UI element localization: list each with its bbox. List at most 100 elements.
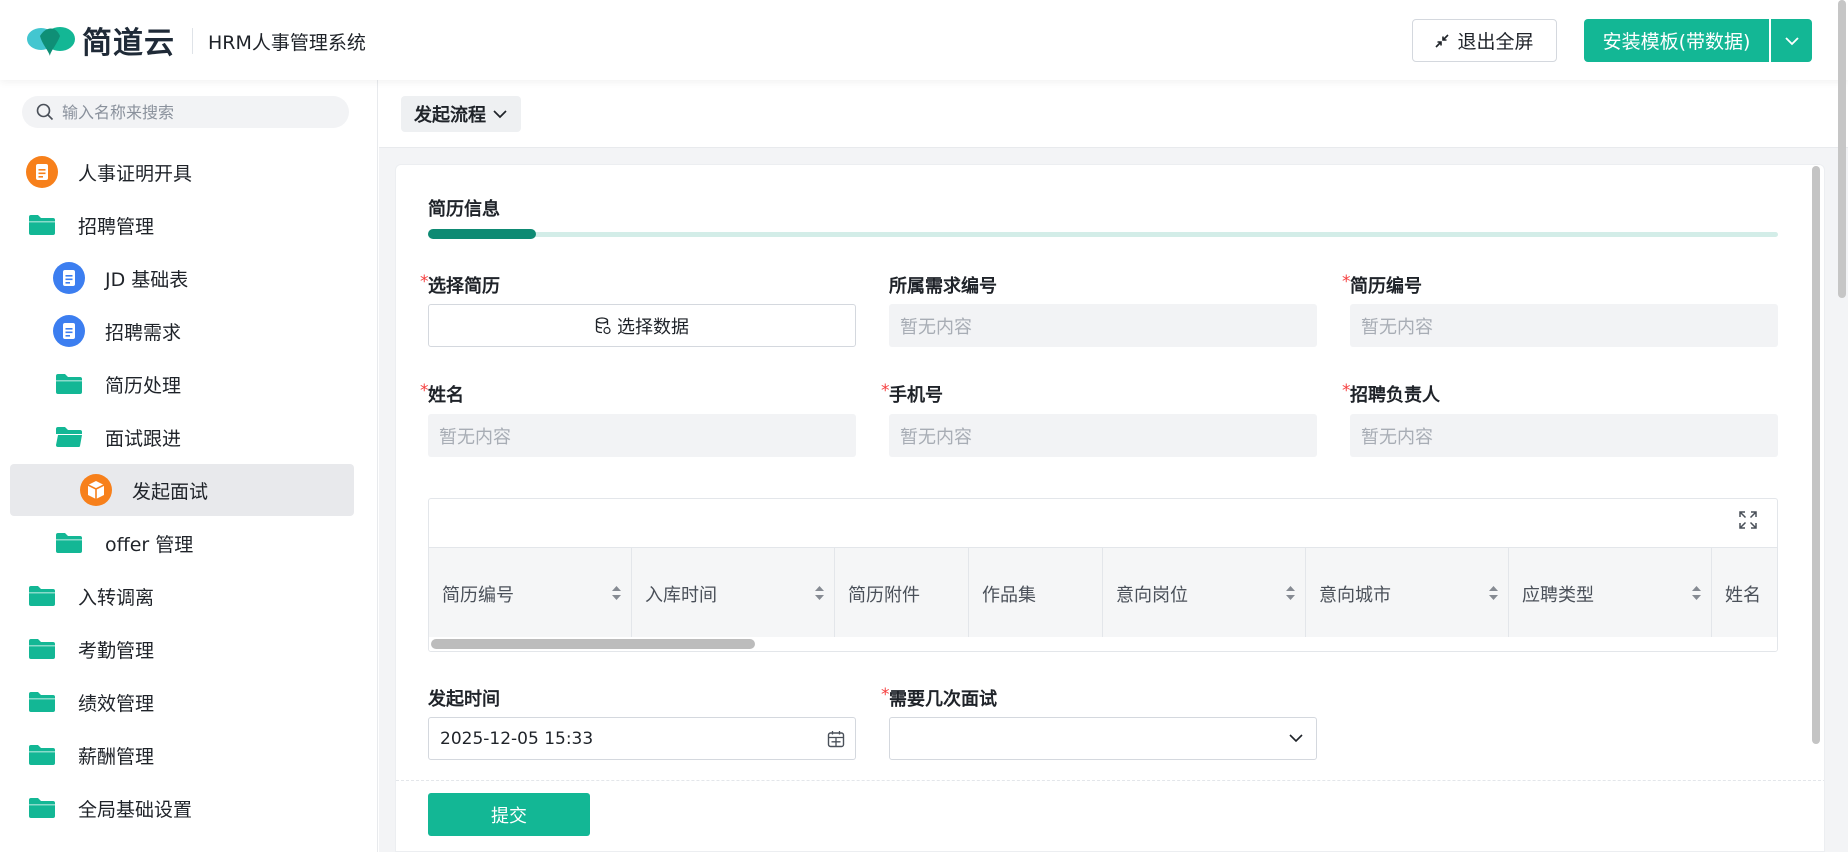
- logo-heart-icon: [27, 27, 75, 56]
- exit-fullscreen-label: 退出全屏: [1457, 31, 1534, 53]
- install-template-button[interactable]: 安装模板(带数据): [1584, 19, 1769, 62]
- sidebar-item-salary[interactable]: 薪酬管理: [10, 729, 354, 781]
- folder-icon: [26, 792, 58, 824]
- sidebar-item-label: JD 基础表: [105, 268, 189, 291]
- select-data-label: 选择数据: [617, 316, 689, 338]
- install-dropdown-button[interactable]: [1771, 19, 1812, 62]
- exit-fullscreen-button[interactable]: 退出全屏: [1412, 19, 1557, 62]
- chevron-down-icon: [1289, 734, 1303, 743]
- select-resume-label: * 选择简历: [420, 272, 500, 297]
- sidebar-item-resume-process[interactable]: 简历处理: [10, 358, 354, 410]
- database-icon: [595, 316, 611, 334]
- interview-count-label: * 需要几次面试: [881, 685, 997, 710]
- logo: 简道云: [26, 20, 175, 61]
- collapse-icon: [1435, 33, 1450, 48]
- sort-icon: [612, 586, 621, 600]
- sidebar-item-label: offer 管理: [105, 533, 194, 556]
- select-data-button[interactable]: 选择数据: [428, 304, 856, 347]
- recruiter-field: 暂无内容: [1350, 414, 1778, 457]
- chevron-down-icon: [1784, 36, 1799, 45]
- app-title: HRM人事管理系统: [208, 32, 366, 54]
- sidebar-item-label: 发起面试: [132, 480, 209, 503]
- phone-field: 暂无内容: [889, 414, 1317, 457]
- column-header[interactable]: 作品集: [969, 548, 1103, 639]
- blue-document-icon: [53, 315, 85, 347]
- folder-icon: [26, 633, 58, 665]
- start-flow-button[interactable]: 发起流程: [401, 96, 521, 132]
- column-header[interactable]: 姓名: [1712, 548, 1777, 639]
- column-header[interactable]: 简历编号: [429, 548, 632, 639]
- sidebar-item-performance[interactable]: 绩效管理: [10, 676, 354, 728]
- folder-icon: [26, 739, 58, 771]
- app-header: 简道云 HRM人事管理系统 退出全屏 安装模板(带数据): [0, 0, 1848, 80]
- folder-icon: [26, 686, 58, 718]
- search-icon: [36, 103, 54, 121]
- folder-icon: [26, 580, 58, 612]
- sidebar-item-recruit-demand[interactable]: 招聘需求: [10, 305, 354, 357]
- form-card: 简历信息 * 选择简历 所属需求编号 * 简历编号 选择数据 暂无内容 暂无内容…: [395, 164, 1825, 852]
- submit-button[interactable]: 提交: [428, 793, 590, 836]
- sidebar-item-interview-follow[interactable]: 面试跟进: [10, 411, 354, 463]
- logo-text: 简道云: [82, 26, 175, 61]
- chevron-down-icon: [493, 110, 507, 119]
- folder-icon: [53, 368, 85, 400]
- form-topbar: 发起流程: [379, 80, 1848, 148]
- sidebar-item-label: 考勤管理: [78, 639, 155, 662]
- column-header[interactable]: 入库时间: [632, 548, 835, 639]
- orange-document-icon: [26, 156, 58, 188]
- start-time-label: 发起时间: [428, 689, 500, 710]
- column-header[interactable]: 意向岗位: [1103, 548, 1306, 639]
- name-label: * 姓名: [420, 381, 464, 406]
- page-scrollbar[interactable]: [1838, 0, 1846, 298]
- section-progress-fill: [428, 229, 536, 239]
- start-time-input[interactable]: 2025-12-05 15:33: [428, 717, 856, 760]
- sidebar-item-jd-table[interactable]: JD 基础表: [10, 252, 354, 304]
- sidebar-item-label: 面试跟进: [105, 427, 182, 450]
- calendar-icon: [827, 731, 845, 748]
- sidebar-item-label: 薪酬管理: [78, 745, 155, 768]
- sidebar-item-label: 招聘需求: [105, 321, 182, 344]
- form-vertical-scrollbar[interactable]: [1812, 166, 1820, 744]
- sort-icon: [1286, 586, 1295, 600]
- table-header: 简历编号 入库时间 简历附件 作品集 意向岗位 意向城市 应聘类型 姓名: [429, 547, 1777, 639]
- sidebar-item-label: 人事证明开具: [78, 162, 193, 185]
- recruiter-label: * 招聘负责人: [1342, 381, 1440, 406]
- column-header[interactable]: 意向城市: [1306, 548, 1509, 639]
- orange-flow-icon: [80, 474, 112, 506]
- fullscreen-icon: [1739, 511, 1757, 529]
- sidebar-item-label: 招聘管理: [78, 215, 155, 238]
- resume-no-label: * 简历编号: [1342, 272, 1422, 297]
- sort-icon: [1489, 586, 1498, 600]
- sidebar-item-recruitment[interactable]: 招聘管理: [10, 199, 354, 251]
- start-flow-label: 发起流程: [414, 105, 486, 126]
- expand-table-button[interactable]: [1739, 511, 1757, 533]
- sort-icon: [1692, 586, 1701, 600]
- header-divider: [192, 28, 193, 54]
- form-divider: [396, 780, 1824, 781]
- resume-no-field: 暂无内容: [1350, 304, 1778, 347]
- sidebar-item-global-settings[interactable]: 全局基础设置: [10, 782, 354, 834]
- sidebar-item-hr-certificate[interactable]: 人事证明开具: [10, 146, 354, 198]
- search-input[interactable]: [62, 102, 322, 122]
- sidebar-item-start-interview[interactable]: 发起面试: [10, 464, 354, 516]
- name-field: 暂无内容: [428, 414, 856, 457]
- folder-icon: [53, 527, 85, 559]
- start-time-value: 2025-12-05 15:33: [440, 728, 594, 749]
- folder-open-icon: [53, 421, 85, 453]
- interview-count-select[interactable]: [889, 717, 1317, 760]
- sidebar-item-offer[interactable]: offer 管理: [10, 517, 354, 569]
- sidebar-search[interactable]: [22, 96, 349, 128]
- table-scroll-thumb[interactable]: [431, 639, 755, 649]
- sidebar: 人事证明开具 招聘管理 JD 基础表 招聘需求 简历处理 面试跟进: [0, 80, 378, 852]
- column-header[interactable]: 应聘类型: [1509, 548, 1712, 639]
- sidebar-item-attendance[interactable]: 考勤管理: [10, 623, 354, 675]
- resume-subtable: 简历编号 入库时间 简历附件 作品集 意向岗位 意向城市 应聘类型 姓名: [428, 498, 1778, 652]
- demand-no-label: 所属需求编号: [889, 276, 997, 297]
- main-area: 发起流程 简历信息 * 选择简历 所属需求编号 * 简历编号 选择数据 暂无内容…: [379, 80, 1848, 852]
- folder-icon: [26, 209, 58, 241]
- blue-document-icon: [53, 262, 85, 294]
- sidebar-item-label: 简历处理: [105, 374, 182, 397]
- sidebar-item-onboarding[interactable]: 入转调离: [10, 570, 354, 622]
- column-header[interactable]: 简历附件: [835, 548, 969, 639]
- sidebar-item-label: 入转调离: [78, 586, 155, 609]
